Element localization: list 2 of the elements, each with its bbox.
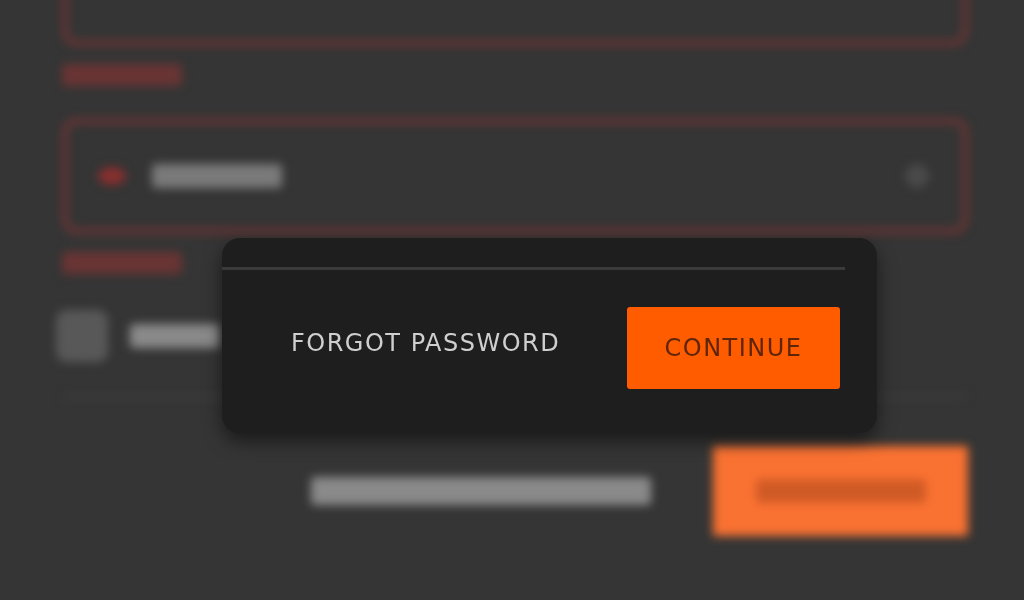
continue-button[interactable]: CONTINUE: [627, 307, 840, 389]
forgot-password-link[interactable]: FORGOT PASSWORD: [291, 329, 561, 357]
